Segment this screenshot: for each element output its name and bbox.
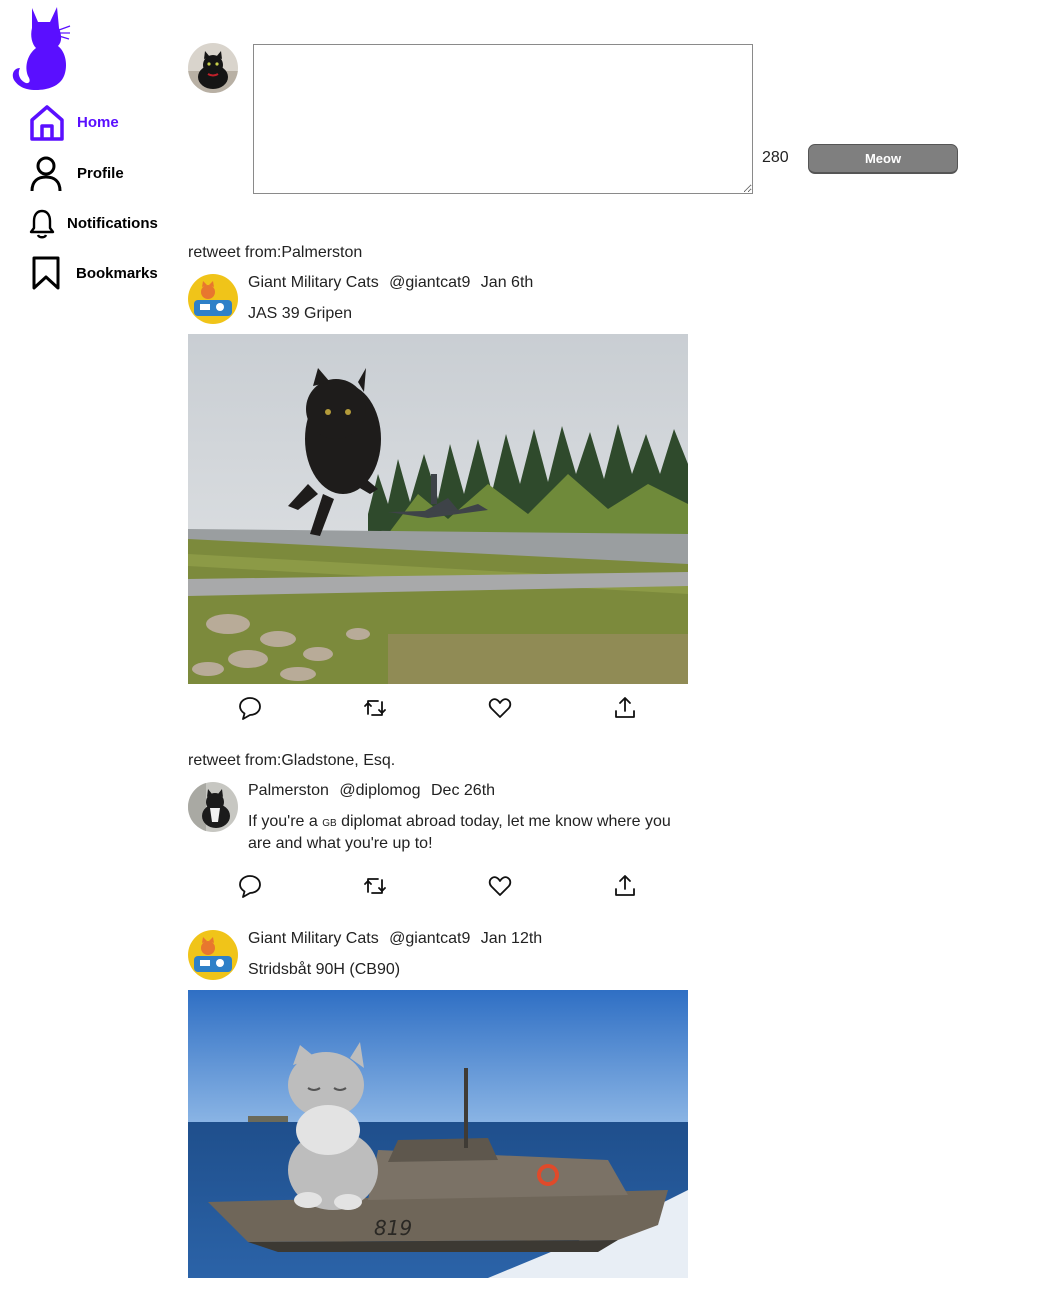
compose-textarea[interactable] [253,44,753,194]
like-icon[interactable] [487,873,513,899]
post-date: Jan 6th [480,274,534,291]
bell-icon [28,205,66,243]
like-icon[interactable] [487,695,513,721]
post-image[interactable]: 819 [188,990,688,1278]
character-counter: 280 [762,149,789,166]
post-image[interactable] [188,334,688,684]
sidebar-item-home[interactable]: Home [28,104,178,144]
retweet-label: retweet from:Gladstone, Esq. [188,752,396,769]
post-header: Giant Military Cats @giantcat9 Jan 6th [248,274,539,292]
reply-icon[interactable] [237,873,263,899]
home-icon [28,104,66,142]
avatar[interactable] [188,782,238,832]
author-name[interactable]: Palmerston [248,782,329,799]
person-icon [28,155,66,193]
post-text-smallcaps: GB [322,818,337,829]
post-date: Jan 12th [480,930,543,947]
retweet-label: retweet from:Palmerston [188,244,363,261]
author-handle[interactable]: @giantcat9 [389,930,470,947]
avatar[interactable] [188,274,238,324]
retweet-icon[interactable] [362,873,388,899]
meow-button[interactable]: Meow [808,144,958,174]
sidebar-item-label: Home [77,114,119,131]
post-text: Stridsbåt 90H (CB90) [248,961,401,978]
share-icon[interactable] [612,695,638,721]
post-header: Palmerston @diplomog Dec 26th [248,782,501,800]
sidebar-item-label: Notifications [67,215,158,232]
post-text: If you're a GB diplomat abroad today, le… [248,812,688,854]
cat-logo-icon[interactable] [10,6,72,94]
sidebar-item-notifications[interactable]: Notifications [28,205,178,245]
bookmark-icon [28,255,66,293]
author-name[interactable]: Giant Military Cats [248,930,379,947]
sidebar-item-bookmarks[interactable]: Bookmarks [28,255,178,295]
post-text: JAS 39 Gripen [248,305,353,322]
svg-text:819: 819 [374,1216,412,1240]
reply-icon[interactable] [237,695,263,721]
sidebar-item-label: Bookmarks [76,265,158,282]
share-icon[interactable] [612,873,638,899]
post-date: Dec 26th [431,782,496,799]
post-text-part: If you're a [248,813,323,830]
retweet-icon[interactable] [362,695,388,721]
avatar[interactable] [188,930,238,980]
author-handle[interactable]: @diplomog [339,782,420,799]
avatar[interactable] [188,43,238,93]
sidebar-item-profile[interactable]: Profile [28,155,178,195]
author-name[interactable]: Giant Military Cats [248,274,379,291]
post-header: Giant Military Cats @giantcat9 Jan 12th [248,930,548,948]
author-handle[interactable]: @giantcat9 [389,274,470,291]
sidebar-item-label: Profile [77,165,124,182]
